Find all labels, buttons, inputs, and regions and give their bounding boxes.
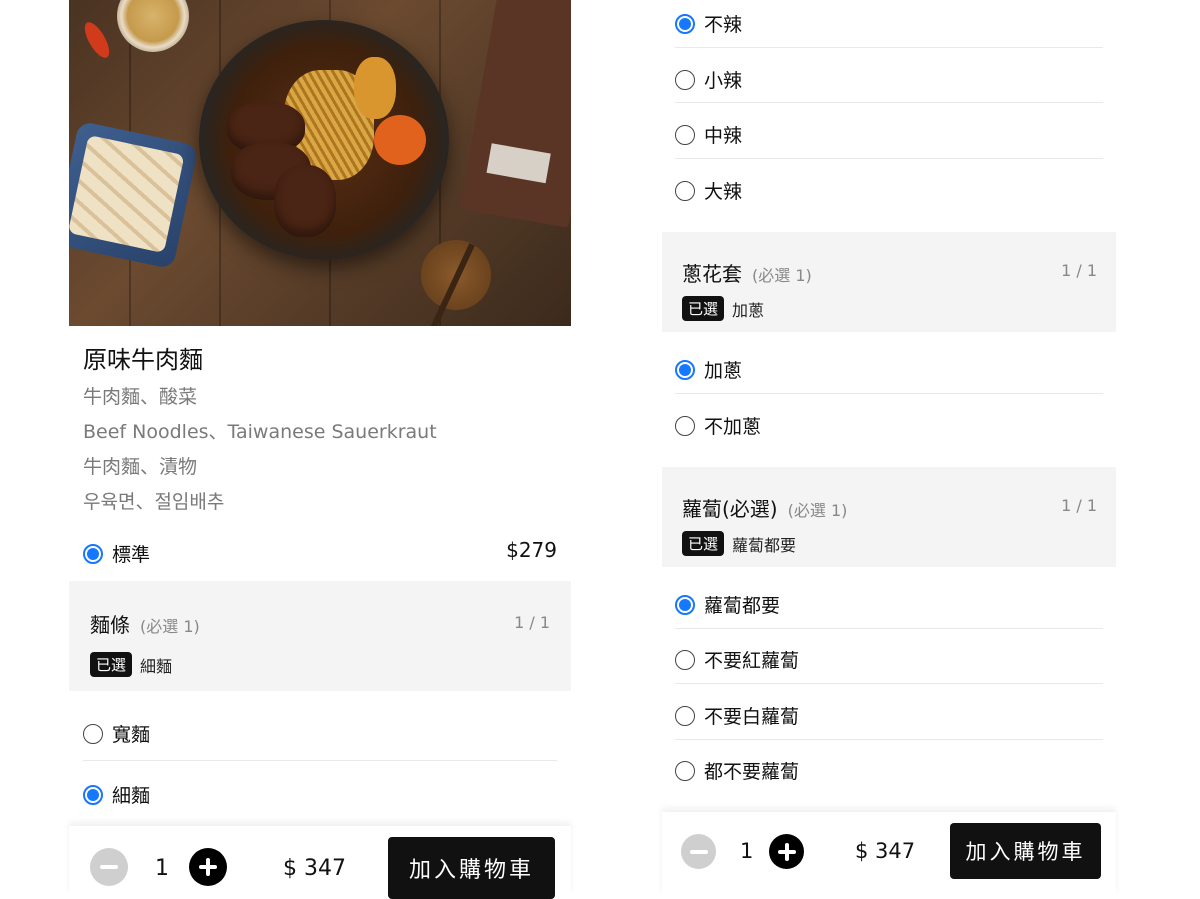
radio-empty-icon[interactable]: [675, 760, 695, 781]
divider: [675, 739, 1103, 740]
radio-selected-icon[interactable]: [675, 594, 695, 615]
noodle-section-title: 麵條 (必選 1): [90, 609, 200, 638]
product-title: 原味牛肉麵: [83, 346, 203, 374]
spicy-option-label: 中辣: [704, 125, 743, 147]
divider: [675, 158, 1103, 159]
product-detail-panel-right: 不辣 小辣 中辣 大辣 蔥花套 (必選 1) 1 / 1 已選 加蔥 加蔥 不加蔥…: [662, 0, 1116, 896]
product-desc-zh: 牛肉麵、酸菜: [83, 386, 198, 408]
radish-option-label: 蘿蔔都要: [704, 595, 781, 617]
product-desc-ja: 牛肉麵、漬物: [83, 456, 198, 478]
radish-option[interactable]: 不要白蘿蔔: [675, 702, 799, 729]
noodle-section-title-text: 麵條: [90, 613, 130, 637]
chosen-badge: 已選: [90, 652, 133, 677]
scallion-option-add[interactable]: 加蔥: [675, 356, 742, 383]
divider: [83, 760, 557, 761]
radish-section-header: 蘿蔔(必選) (必選 1) 1 / 1 已選 蘿蔔都要: [662, 467, 1116, 567]
radish-option-label: 不要紅蘿蔔: [704, 650, 800, 672]
divider: [675, 683, 1103, 684]
chosen-badge: 已選: [682, 531, 725, 556]
bottom-bar-right: 1 $ 347 加入購物車: [662, 812, 1116, 896]
noodle-option-wide[interactable]: 寬麵: [83, 720, 150, 747]
size-option-standard[interactable]: 標準: [83, 540, 150, 567]
radio-empty-icon[interactable]: [675, 124, 695, 145]
scallion-section-title: 蔥花套 (必選 1): [682, 258, 812, 287]
minus-icon: [689, 849, 708, 854]
noodle-section-header: 麵條 (必選 1) 1 / 1 已選 細麵: [69, 581, 571, 691]
spicy-option[interactable]: 小辣: [675, 66, 742, 93]
radish-selection-count: 1 / 1: [1061, 496, 1097, 515]
quantity-value: 1: [740, 839, 754, 863]
increase-quantity-button[interactable]: [769, 834, 804, 869]
scallion-required-label: (必選 1): [752, 266, 812, 285]
noodle-selection-count: 1 / 1: [514, 613, 550, 632]
radio-selected-icon[interactable]: [83, 784, 103, 805]
spicy-option-label: 小辣: [704, 70, 743, 92]
noodle-option-label: 寬麵: [112, 724, 151, 746]
product-desc-ko: 우육면、절임배추: [83, 491, 225, 513]
noodle-required-label: (必選 1): [140, 617, 200, 636]
radish-chosen-summary: 已選 蘿蔔都要: [682, 531, 796, 556]
product-photo: [69, 0, 571, 326]
divider: [675, 47, 1103, 48]
radio-empty-icon[interactable]: [83, 723, 103, 744]
radish-option-label: 都不要蘿蔔: [704, 761, 800, 783]
bottom-bar-left: 1 $ 347 加入購物車: [69, 826, 571, 899]
decrease-quantity-button[interactable]: [681, 834, 716, 869]
radio-selected-icon[interactable]: [83, 543, 103, 564]
spicy-option[interactable]: 不辣: [675, 10, 742, 37]
product-desc-en: Beef Noodles、Taiwanese Sauerkraut: [83, 421, 437, 443]
radish-chosen-value: 蘿蔔都要: [732, 535, 797, 555]
radio-empty-icon[interactable]: [675, 705, 695, 726]
radio-empty-icon[interactable]: [675, 415, 695, 436]
product-detail-panel-left: 原味牛肉麵 牛肉麵、酸菜 Beef Noodles、Taiwanese Saue…: [69, 0, 571, 899]
spicy-option-label: 不辣: [704, 14, 743, 36]
radio-empty-icon[interactable]: [675, 180, 695, 201]
noodle-option-label: 細麵: [112, 785, 151, 807]
decrease-quantity-button[interactable]: [90, 848, 128, 886]
total-price: $ 347: [855, 839, 916, 863]
scallion-option-none[interactable]: 不加蔥: [675, 412, 761, 439]
scallion-chosen-summary: 已選 加蔥: [682, 296, 764, 321]
radish-section-title: 蘿蔔(必選) (必選 1): [682, 493, 847, 522]
add-to-cart-button[interactable]: 加入購物車: [388, 837, 555, 899]
product-price: $279: [506, 538, 557, 562]
radio-selected-icon[interactable]: [675, 13, 695, 34]
spicy-option-label: 大辣: [704, 181, 743, 203]
quantity-value: 1: [155, 856, 169, 881]
noodle-option-thin[interactable]: 細麵: [83, 781, 150, 808]
radish-required-label: (必選 1): [787, 501, 848, 520]
radio-selected-icon[interactable]: [675, 359, 695, 380]
radish-option[interactable]: 不要紅蘿蔔: [675, 646, 799, 673]
spicy-option[interactable]: 中辣: [675, 121, 742, 148]
scallion-section-header: 蔥花套 (必選 1) 1 / 1 已選 加蔥: [662, 232, 1116, 332]
scallion-chosen-value: 加蔥: [732, 300, 765, 320]
spicy-option[interactable]: 大辣: [675, 177, 742, 204]
noodle-chosen-summary: 已選 細麵: [90, 652, 172, 677]
minus-icon: [100, 865, 118, 869]
scallion-selection-count: 1 / 1: [1061, 261, 1097, 280]
divider: [675, 393, 1103, 394]
chosen-badge: 已選: [682, 296, 725, 321]
radio-empty-icon[interactable]: [675, 69, 695, 90]
total-price: $ 347: [283, 856, 346, 881]
noodle-chosen-value: 細麵: [140, 656, 173, 676]
radish-section-title-text: 蘿蔔(必選): [682, 497, 778, 521]
divider: [675, 628, 1103, 629]
add-to-cart-button[interactable]: 加入購物車: [950, 823, 1101, 879]
radish-option[interactable]: 蘿蔔都要: [675, 591, 780, 618]
radio-empty-icon[interactable]: [675, 649, 695, 670]
scallion-option-label: 不加蔥: [704, 416, 762, 438]
radish-option-label: 不要白蘿蔔: [704, 706, 800, 728]
radish-option[interactable]: 都不要蘿蔔: [675, 757, 799, 784]
scallion-section-title-text: 蔥花套: [682, 262, 742, 286]
scallion-option-label: 加蔥: [704, 360, 743, 382]
size-option-label: 標準: [112, 544, 151, 566]
divider: [675, 102, 1103, 103]
increase-quantity-button[interactable]: [189, 848, 227, 886]
